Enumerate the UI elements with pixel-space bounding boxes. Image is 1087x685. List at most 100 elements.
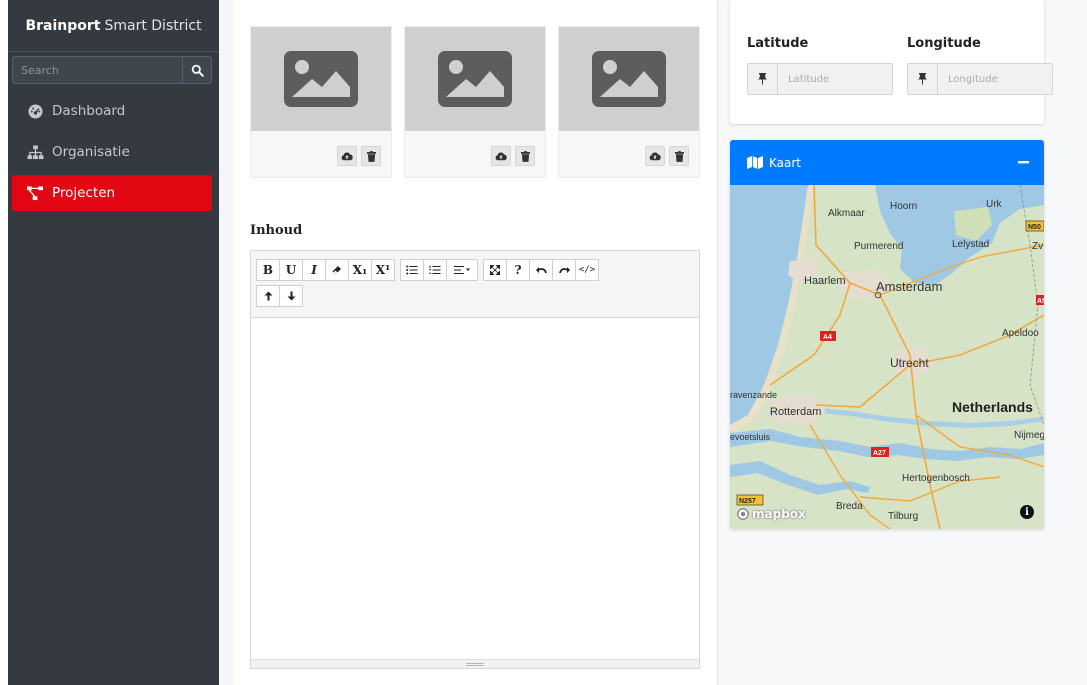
place-label: Hertogenbosch — [902, 473, 970, 484]
clear-format-button[interactable] — [325, 259, 349, 281]
map-card-title: Kaart — [769, 155, 802, 170]
underline-label: U — [285, 263, 297, 277]
upload-button[interactable] — [491, 146, 511, 166]
delete-button[interactable] — [515, 146, 535, 166]
code-view-label: </> — [578, 265, 596, 275]
place-label: Apeldoo — [1002, 328, 1039, 339]
place-label: Rotterdam — [770, 406, 821, 418]
help-label: ? — [514, 263, 522, 277]
project-diagram-icon — [24, 185, 46, 201]
search-icon — [191, 64, 204, 77]
align-left-icon — [454, 266, 470, 274]
subscript-label: X₁ — [352, 263, 368, 277]
sidebar-nav: Dashboard Organisatie Projecten — [12, 93, 212, 216]
sidebar-item-projecten[interactable]: Projecten — [12, 175, 212, 211]
fullscreen-button[interactable] — [483, 259, 507, 281]
editor-resize-handle[interactable] — [251, 659, 699, 668]
delete-button[interactable] — [669, 146, 689, 166]
place-label: Hoorn — [890, 201, 917, 212]
trash-icon — [674, 150, 684, 162]
map-canvas: N50 A4 A27 N257 A5 Alkmaar Hoorn Urk Pur… — [730, 185, 1044, 529]
superscript-button[interactable]: X¹ — [371, 259, 395, 281]
section-title-inhoud: Inhoud — [250, 223, 303, 238]
place-label: Zv — [1032, 241, 1043, 252]
bold-label: B — [262, 263, 274, 277]
image-placeholder-icon — [438, 51, 512, 107]
image-slot-1 — [250, 26, 392, 178]
upload-button[interactable] — [645, 146, 665, 166]
sidebar-item-label: Projecten — [52, 185, 116, 201]
longitude-input[interactable] — [938, 72, 1050, 86]
move-down-button[interactable] — [279, 285, 303, 307]
cloud-upload-icon — [341, 152, 353, 161]
upload-button[interactable] — [337, 146, 357, 166]
image-placeholder-icon — [284, 51, 358, 107]
sidebar-item-dashboard[interactable]: Dashboard — [12, 93, 212, 129]
editor-content-area[interactable] — [251, 318, 699, 659]
sidebar-item-organisatie[interactable]: Organisatie — [12, 134, 212, 170]
image-placeholder[interactable] — [251, 27, 391, 131]
place-label: Alkmaar — [828, 208, 865, 219]
collapse-button[interactable] — [1017, 156, 1029, 168]
underline-button[interactable]: U — [279, 259, 303, 281]
undo-button[interactable] — [529, 259, 553, 281]
search-button[interactable] — [182, 56, 212, 84]
shield-label: N257 — [739, 498, 756, 505]
shield-label: A5 — [1037, 298, 1044, 305]
sidebar-item-label: Dashboard — [52, 103, 126, 119]
unordered-list-button[interactable] — [400, 259, 424, 281]
superscript-label: X¹ — [375, 263, 391, 277]
map-card: Kaart N50 A4 A27 N257 A Alkmaar Hoorn Ur… — [730, 140, 1044, 529]
bold-button[interactable]: B — [256, 259, 280, 281]
arrow-up-icon — [264, 291, 272, 301]
place-label: Utrecht — [890, 356, 929, 370]
sidebar-item-label: Organisatie — [52, 144, 130, 160]
mapbox-logo[interactable]: mapbox — [737, 507, 806, 521]
sidebar: Brainport Smart District Dashboard Organ… — [8, 0, 219, 685]
image-placeholder[interactable] — [559, 27, 699, 131]
shield-label: N50 — [1028, 224, 1041, 231]
image-placeholder-icon — [592, 51, 666, 107]
minus-icon — [1017, 160, 1029, 163]
place-label: evoetsluis — [730, 432, 771, 442]
image-slot-3 — [558, 26, 700, 178]
image-placeholder[interactable] — [405, 27, 545, 131]
coordinates-card: Latitude Longitude — [730, 0, 1053, 124]
place-label: Breda — [836, 501, 863, 512]
map-view[interactable]: N50 A4 A27 N257 A5 Alkmaar Hoorn Urk Pur… — [730, 185, 1044, 529]
search-input[interactable] — [12, 56, 182, 84]
info-icon[interactable]: i — [1020, 505, 1034, 519]
thumbtack-icon — [908, 64, 938, 94]
latitude-input[interactable] — [778, 72, 890, 86]
resize-grip-icon — [466, 662, 484, 666]
italic-label: I — [311, 263, 317, 277]
ordered-list-button[interactable] — [423, 259, 447, 281]
list-ol-icon — [429, 265, 441, 274]
redo-icon — [558, 266, 570, 273]
mapbox-logo-icon — [737, 508, 749, 520]
image-actions — [645, 146, 689, 166]
subscript-button[interactable]: X₁ — [348, 259, 372, 281]
arrow-down-icon — [287, 291, 295, 301]
map-card-header: Kaart — [730, 140, 1044, 185]
move-up-button[interactable] — [256, 285, 280, 307]
image-actions — [491, 146, 535, 166]
image-slot-2 — [404, 26, 546, 178]
brand-name-rest: Smart District — [104, 17, 202, 34]
code-view-button[interactable]: </> — [575, 259, 599, 281]
help-button[interactable]: ? — [506, 259, 530, 281]
map-icon — [747, 156, 763, 169]
delete-button[interactable] — [361, 146, 381, 166]
latitude-field — [747, 63, 893, 95]
brand-name-bold: Brainport — [25, 17, 101, 34]
place-label: Nijmegen — [1014, 430, 1044, 441]
latitude-label: Latitude — [747, 36, 809, 51]
longitude-label: Longitude — [907, 36, 981, 51]
brand-logo[interactable]: Brainport Smart District — [8, 0, 219, 52]
trash-icon — [520, 150, 530, 162]
place-label: Haarlem — [804, 275, 846, 287]
redo-button[interactable] — [552, 259, 576, 281]
paragraph-align-button[interactable] — [446, 259, 478, 281]
expand-icon — [490, 265, 500, 275]
italic-button[interactable]: I — [302, 259, 326, 281]
